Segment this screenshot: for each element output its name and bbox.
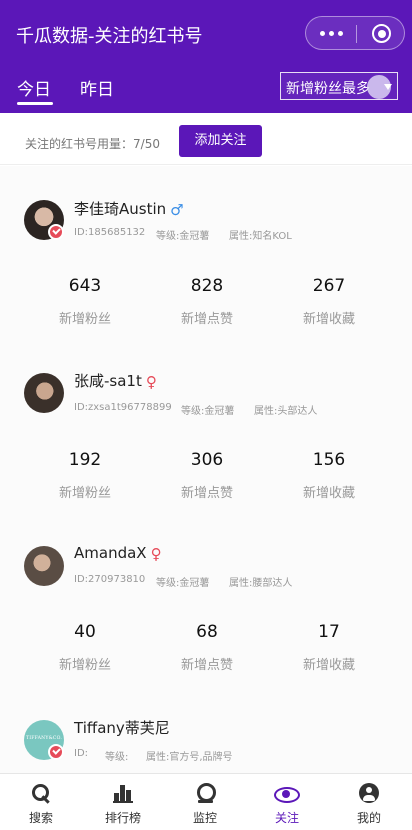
sort-dropdown[interactable]: 新增粉丝最多 (280, 72, 398, 100)
new-followers-value: 643 (68, 276, 102, 296)
account-attribute: 属性:腰部达人 (229, 578, 293, 589)
add-follow-button[interactable]: 添加关注 (179, 125, 262, 157)
account-level: 等级:金冠薯 (156, 578, 210, 589)
account-card[interactable]: TIFFANY&CO. Tiffany蒂芙尼 ID: 等级: 属性:官方号,品牌… (0, 684, 412, 773)
new-collects-value: 156 (312, 450, 346, 470)
new-likes-value: 828 (190, 276, 224, 296)
account-card[interactable]: AmandaX ♀ ID:270973810 等级:金冠薯 属性:腰部达人 40 … (0, 511, 412, 681)
camera-icon (195, 783, 216, 803)
new-likes-label: 新增点赞 (180, 658, 233, 673)
bottom-tab-bar: 搜索 排行榜 监控 关注 我的 (0, 773, 412, 830)
search-icon (31, 783, 51, 803)
quota-used: 7/50 (133, 137, 160, 151)
more-options-icon[interactable] (320, 26, 346, 40)
active-tab-indicator (17, 102, 53, 105)
female-icon: ♀ (150, 545, 162, 563)
new-likes-label: 新增点赞 (180, 486, 233, 501)
account-attribute: 属性:头部达人 (254, 406, 318, 417)
close-mini-program-icon[interactable] (372, 24, 391, 43)
female-icon: ♀ (145, 373, 157, 391)
nav-follow-label: 关注 (274, 811, 299, 825)
account-name: Tiffany蒂芙尼 (74, 719, 170, 737)
tab-yesterday[interactable]: 昨日 (80, 75, 114, 100)
quota-bar: 关注的红书号用量：7/50 添加关注 (0, 113, 412, 165)
followed-accounts-list: 李佳琦Austin ♂ ID:185685132 等级:金冠薯 属性:知名KOL … (0, 166, 412, 773)
account-attribute: 属性:官方号,品牌号 (146, 752, 233, 763)
account-name: AmandaX ♀ (74, 544, 162, 563)
new-followers-value: 40 (74, 622, 96, 642)
nav-ranking[interactable]: 排行榜 (82, 774, 164, 830)
new-collects-label: 新增收藏 (302, 486, 355, 501)
new-likes-label: 新增点赞 (180, 312, 233, 327)
eye-icon (274, 783, 300, 803)
mini-program-capsule (305, 16, 405, 50)
account-id: ID: (74, 748, 89, 759)
nav-follow[interactable]: 关注 (246, 774, 328, 830)
new-collects-label: 新增收藏 (302, 658, 355, 673)
account-attribute: 属性:知名KOL (229, 231, 292, 242)
brand-logo-text: TIFFANY&CO. (26, 736, 62, 741)
account-id: ID:270973810 (74, 574, 146, 585)
nav-search-label: 搜索 (28, 811, 53, 825)
quota-text: 关注的红书号用量：7/50 (25, 135, 160, 152)
top-header: 千瓜数据-关注的红书号 今日 昨日 新增粉丝最多 (0, 0, 412, 113)
new-followers-label: 新增粉丝 (58, 486, 111, 501)
verified-badge-icon (48, 224, 64, 240)
new-collects-label: 新增收藏 (302, 312, 355, 327)
page-title: 千瓜数据-关注的红书号 (16, 26, 203, 47)
user-icon (359, 783, 379, 803)
nav-monitor[interactable]: 监控 (164, 774, 246, 830)
male-icon: ♂ (170, 201, 184, 219)
nav-search[interactable]: 搜索 (0, 774, 82, 830)
new-likes-value: 68 (196, 622, 218, 642)
new-likes-value: 306 (190, 450, 224, 470)
nav-ranking-label: 排行榜 (104, 811, 141, 825)
account-name: 李佳琦Austin ♂ (74, 200, 184, 219)
new-followers-label: 新增粉丝 (58, 312, 111, 327)
account-card[interactable]: 张咸-sa1t ♀ ID:zxsa1t96778899 等级:金冠薯 属性:头部达… (0, 336, 412, 506)
new-followers-value: 192 (68, 450, 102, 470)
avatar (24, 373, 64, 413)
bar-chart-icon (113, 783, 133, 803)
sort-dropdown-value: 新增粉丝最多 (286, 81, 370, 97)
account-name: 张咸-sa1t ♀ (74, 372, 157, 391)
new-followers-label: 新增粉丝 (58, 658, 111, 673)
new-collects-value: 267 (312, 276, 346, 296)
quota-label: 关注的红书号用量： (25, 137, 134, 151)
account-level: 等级: (105, 752, 129, 763)
account-id: ID:zxsa1t96778899 (74, 402, 172, 413)
account-id: ID:185685132 (74, 227, 146, 238)
avatar (24, 546, 64, 586)
nav-monitor-label: 监控 (192, 811, 217, 825)
account-level: 等级:金冠薯 (156, 231, 210, 242)
tab-today[interactable]: 今日 (17, 75, 51, 100)
verified-badge-icon (48, 744, 64, 760)
nav-mine-label: 我的 (356, 811, 381, 825)
nav-mine[interactable]: 我的 (328, 774, 410, 830)
chevron-down-icon (384, 84, 392, 90)
capsule-divider (356, 25, 357, 43)
account-level: 等级:金冠薯 (181, 406, 235, 417)
account-card[interactable]: 李佳琦Austin ♂ ID:185685132 等级:金冠薯 属性:知名KOL … (0, 166, 412, 336)
new-collects-value: 17 (318, 622, 340, 642)
